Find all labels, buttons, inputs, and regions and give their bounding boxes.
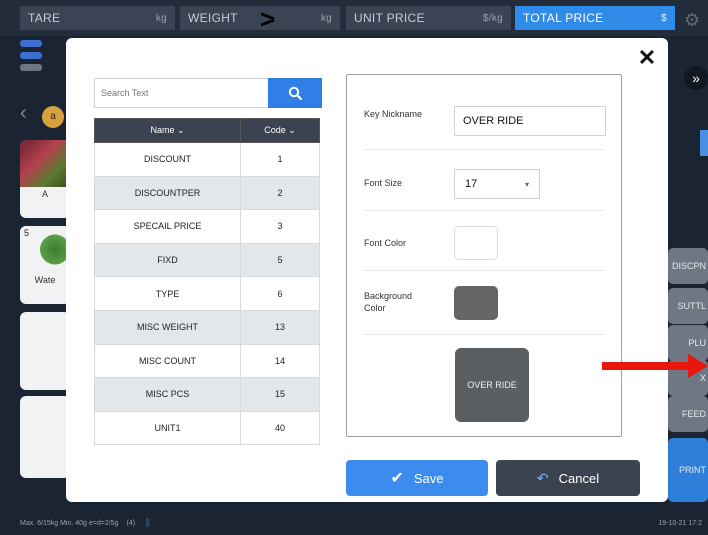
table-row[interactable]: MISC WEIGHT 13 — [94, 309, 320, 345]
table-row[interactable]: UNIT1 40 — [94, 410, 320, 446]
key-list-table: Name ⌄ Code ⌄ DISCOUNT 1 DISCOUNTPER 2 SPE… — [94, 118, 320, 446]
font-color-label: Font Color — [364, 238, 407, 248]
row-code: 6 — [240, 276, 320, 311]
table-row[interactable]: SPECAIL PRICE 3 — [94, 209, 320, 244]
status-code: (4) — [126, 520, 136, 527]
sort-down-icon: ⌄ — [176, 125, 185, 135]
unit-price-unit: $/kg — [482, 12, 503, 24]
subtotal-button[interactable]: SUTTL — [668, 288, 708, 324]
table-row[interactable]: DISCOUNTPER 2 — [94, 175, 320, 211]
search-button[interactable] — [268, 78, 322, 108]
plu-tile-label: A — [41, 188, 48, 199]
save-label: Save — [413, 470, 444, 486]
search-icon — [288, 86, 302, 100]
category-badge[interactable]: a — [42, 106, 64, 128]
unit-price-display: UNIT PRICE $/kg — [346, 6, 511, 30]
top-status-bar: TARE kg WEIGHT kg UNIT PRICE $/kg TOTAL … — [0, 0, 708, 36]
table-row[interactable]: FIXD 5 — [94, 242, 320, 278]
discount-button[interactable]: DISCPN — [668, 248, 708, 284]
weight-label: WEIGHT — [188, 11, 238, 25]
row-name: MISC COUNT — [94, 343, 241, 379]
mode-icons[interactable] — [20, 40, 50, 76]
gear-icon[interactable]: ⚙ — [684, 10, 700, 31]
chevron-left-icon[interactable]: ‹ — [20, 102, 27, 125]
annotation-arrow — [602, 354, 708, 378]
row-name: DISCOUNTPER — [94, 175, 241, 211]
key-nickname-label: Key Nickname — [364, 109, 423, 119]
key-nickname-field[interactable] — [454, 106, 606, 136]
row-code: 14 — [240, 343, 320, 379]
bottom-status-bar: Max. 6/15kg Min. 40g e=d=2/5g (4) ᛒ 19-1… — [0, 512, 708, 535]
pointer-annotation: > — [260, 4, 276, 34]
sort-down-icon: ⌄ — [288, 125, 296, 135]
unit-price-label: UNIT PRICE — [354, 11, 425, 25]
total-price-label: TOTAL PRICE — [523, 11, 604, 25]
total-price-unit: $ — [661, 12, 667, 24]
row-name: MISC WEIGHT — [94, 309, 241, 345]
font-color-swatch[interactable] — [454, 226, 498, 260]
row-name: UNIT1 — [94, 410, 241, 446]
total-price-display: TOTAL PRICE $ — [515, 6, 675, 30]
product-image — [20, 140, 70, 187]
scale-info: Max. 6/15kg Min. 40g e=d=2/5g — [20, 520, 119, 527]
row-code: 5 — [240, 242, 320, 278]
row-code: 3 — [240, 209, 320, 244]
tare-label: TARE — [28, 11, 61, 25]
plu-tile[interactable] — [20, 312, 70, 390]
row-name: SPECAIL PRICE — [94, 209, 241, 244]
divider — [364, 149, 604, 150]
row-name: MISC PCS — [94, 377, 241, 412]
row-code: 1 — [240, 142, 320, 177]
name-column-header[interactable]: Name ⌄ — [94, 118, 241, 143]
check-icon: ✔ — [390, 470, 404, 487]
feed-button[interactable]: FEED — [668, 396, 708, 432]
divider — [364, 270, 604, 271]
table-row[interactable]: DISCOUNT 1 — [94, 142, 320, 177]
mode-icon[interactable] — [20, 40, 42, 47]
plu-tile[interactable]: 5 Wate — [20, 226, 70, 304]
background-color-swatch[interactable] — [454, 286, 498, 320]
table-row[interactable]: MISC COUNT 14 — [94, 343, 320, 379]
row-code: 40 — [240, 410, 320, 446]
plu-tile[interactable] — [20, 396, 70, 478]
side-indicator — [700, 130, 708, 156]
bluetooth-icon: ᛒ — [145, 518, 152, 529]
font-size-label: Font Size — [364, 178, 403, 188]
font-size-select[interactable]: 17 ▾ — [454, 169, 540, 199]
dropdown-arrow-icon: ▾ — [524, 179, 529, 189]
row-code: 15 — [240, 377, 320, 412]
plu-tile-label: Wate — [34, 274, 56, 285]
divider — [364, 210, 604, 211]
plu-tile[interactable]: A — [20, 140, 70, 218]
row-name: FIXD — [94, 242, 241, 278]
cancel-label: Cancel — [558, 470, 600, 486]
cancel-button[interactable]: ↶ Cancel — [496, 460, 640, 496]
row-code: 2 — [240, 175, 320, 211]
table-row[interactable]: MISC PCS 15 — [94, 377, 320, 412]
weight-unit: kg — [320, 12, 332, 24]
code-column-header[interactable]: Code ⌄ — [240, 118, 320, 143]
search-input[interactable] — [94, 78, 270, 108]
key-preview: OVER RIDE — [455, 348, 529, 422]
table-row[interactable]: TYPE 6 — [94, 276, 320, 311]
expand-icon[interactable]: » — [684, 66, 708, 90]
row-name: TYPE — [94, 276, 241, 311]
row-name: DISCOUNT — [94, 142, 241, 177]
tare-unit: kg — [155, 12, 167, 24]
close-icon[interactable]: ✕ — [636, 44, 658, 72]
print-button[interactable]: PRINT — [668, 438, 708, 502]
mode-icon[interactable] — [20, 64, 42, 71]
tare-display: TARE kg — [20, 6, 175, 30]
font-size-value: 17 — [465, 178, 478, 190]
undo-icon: ↶ — [536, 469, 549, 486]
divider — [364, 334, 604, 335]
plu-tile-number: 5 — [24, 228, 30, 238]
row-code: 13 — [240, 309, 320, 345]
save-button[interactable]: ✔ Save — [346, 460, 488, 496]
datetime: 19-10-21 17:2 — [658, 520, 702, 527]
mode-icon[interactable] — [20, 52, 42, 59]
background-color-label: Background Color — [364, 291, 413, 313]
